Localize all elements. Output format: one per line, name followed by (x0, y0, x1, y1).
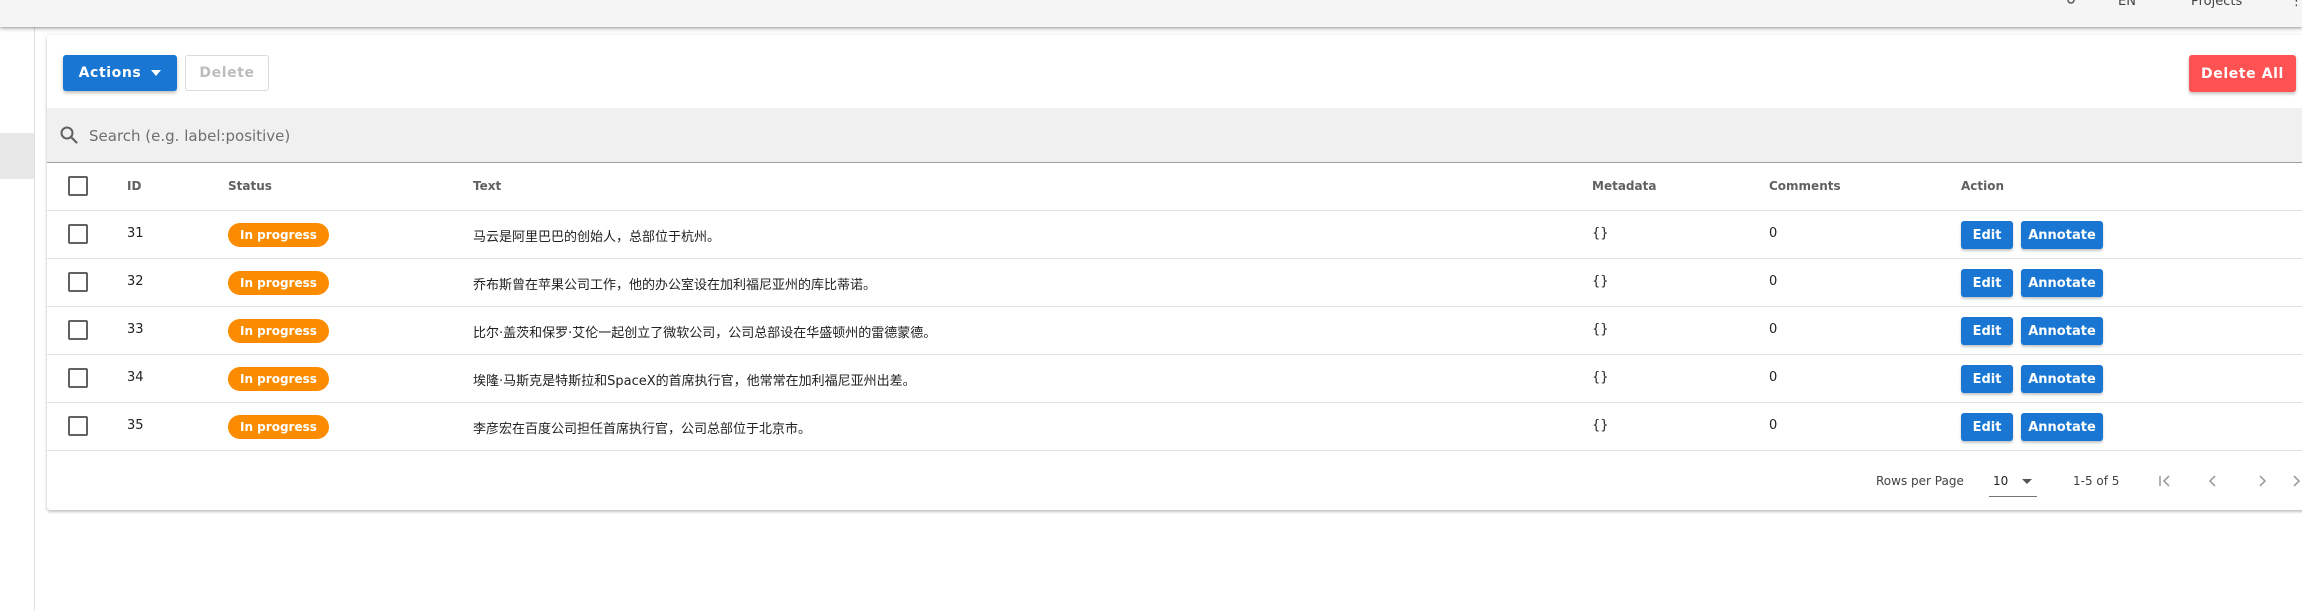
table-row[interactable]: 35 In progress 李彦宏在百度公司担任首席执行官，公司总部位于北京市… (47, 403, 2302, 451)
annotate-button[interactable]: Annotate (2021, 317, 2103, 345)
next-page-icon[interactable] (2251, 470, 2273, 492)
row-text: 比尔·盖茨和保罗·艾伦一起创立了微软公司，公司总部设在华盛顿州的雷德蒙德。 (473, 326, 937, 341)
row-id: 35 (127, 418, 144, 433)
header-id[interactable]: ID (127, 179, 141, 193)
previous-page-icon[interactable] (2202, 470, 2224, 492)
select-all-checkbox[interactable] (68, 176, 88, 196)
search-icon (59, 125, 79, 145)
row-checkbox[interactable] (68, 272, 88, 292)
row-metadata: {} (1592, 274, 1609, 289)
table-row[interactable]: 34 In progress 埃隆·马斯克是特斯拉和SpaceX的首席执行官，他… (47, 355, 2302, 403)
edit-button[interactable]: Edit (1961, 413, 2013, 441)
annotate-button[interactable]: Annotate (2021, 413, 2103, 441)
row-metadata: {} (1592, 322, 1609, 337)
row-id: 32 (127, 274, 144, 289)
row-metadata: {} (1592, 370, 1609, 385)
actions-button-label: Actions (78, 65, 142, 81)
nav-item-active[interactable] (0, 133, 34, 179)
header-text[interactable]: Text (473, 179, 501, 193)
row-text: 马云是阿里巴巴的创始人，总部位于杭州。 (473, 230, 721, 245)
language-menu[interactable]: EN (2118, 0, 2136, 9)
search-input[interactable] (87, 118, 891, 154)
edit-button[interactable]: Edit (1961, 269, 2013, 297)
edit-button[interactable]: Edit (1961, 317, 2013, 345)
row-id: 34 (127, 370, 144, 385)
header-action: Action (1961, 179, 2005, 193)
row-checkbox[interactable] (68, 416, 88, 436)
row-id: 31 (127, 226, 144, 241)
status-badge: In progress (228, 319, 329, 343)
projects-link[interactable]: Projects (2191, 0, 2242, 9)
annotate-button[interactable]: Annotate (2021, 269, 2103, 297)
row-comments: 0 (1769, 226, 1778, 241)
status-badge: In progress (228, 367, 329, 391)
row-text: 埃隆·马斯克是特斯拉和SpaceX的首席执行官，他常常在加利福尼亚州出差。 (473, 374, 916, 389)
more-menu-icon[interactable]: ⋮ (2290, 0, 2302, 9)
side-navigation (0, 27, 35, 611)
row-text: 乔布斯曾在苹果公司工作，他的办公室设在加利福尼亚州的库比蒂诺。 (473, 278, 877, 293)
status-badge: In progress (228, 223, 329, 247)
row-checkbox[interactable] (68, 224, 88, 244)
rows-per-page-value: 10 (1993, 474, 2009, 488)
table-row[interactable]: 32 In progress 乔布斯曾在苹果公司工作，他的办公室设在加利福尼亚州… (47, 259, 2302, 307)
header-metadata[interactable]: Metadata (1592, 179, 1656, 193)
status-badge: In progress (228, 271, 329, 295)
annotate-button[interactable]: Annotate (2021, 365, 2103, 393)
rows-per-page-label: Rows per Page (1876, 474, 1964, 488)
top-app-bar: EN Projects ⋮ (0, 0, 2302, 27)
search-field (47, 108, 2302, 163)
table-row[interactable]: 33 In progress 比尔·盖茨和保罗·艾伦一起创立了微软公司，公司总部… (47, 307, 2302, 355)
row-comments: 0 (1769, 274, 1778, 289)
last-page-icon[interactable] (2287, 470, 2302, 492)
row-comments: 0 (1769, 322, 1778, 337)
rows-per-page-select[interactable]: 10 (1989, 466, 2037, 497)
row-metadata: {} (1592, 226, 1609, 241)
actions-button[interactable]: Actions (63, 55, 177, 91)
header-status[interactable]: Status (228, 179, 272, 193)
caret-down-icon (2022, 479, 2032, 484)
row-id: 33 (127, 322, 144, 337)
table-footer: Rows per Page 10 1-5 of 5 (47, 456, 2302, 508)
header-comments[interactable]: Comments (1769, 179, 1841, 193)
settings-icon[interactable] (2064, 0, 2078, 6)
first-page-icon[interactable] (2154, 470, 2176, 492)
table-header-row: ID Status Text Metadata Comments Action (47, 163, 2302, 211)
row-comments: 0 (1769, 370, 1778, 385)
pagination-range: 1-5 of 5 (2073, 474, 2120, 488)
row-checkbox[interactable] (68, 320, 88, 340)
delete-button[interactable]: Delete (185, 55, 269, 91)
delete-all-button-label: Delete All (2201, 65, 2284, 82)
annotate-button[interactable]: Annotate (2021, 221, 2103, 249)
caret-down-icon (151, 70, 162, 76)
delete-all-button[interactable]: Delete All (2189, 55, 2296, 92)
edit-button[interactable]: Edit (1961, 221, 2013, 249)
row-text: 李彦宏在百度公司担任首席执行官，公司总部位于北京市。 (473, 422, 812, 437)
delete-button-label: Delete (199, 65, 255, 81)
row-checkbox[interactable] (68, 368, 88, 388)
edit-button[interactable]: Edit (1961, 365, 2013, 393)
dataset-card: Actions Delete Delete All ID Status Text… (47, 35, 2302, 510)
row-comments: 0 (1769, 418, 1778, 433)
table-row[interactable]: 31 In progress 马云是阿里巴巴的创始人，总部位于杭州。 {} 0 … (47, 211, 2302, 259)
status-badge: In progress (228, 415, 329, 439)
row-metadata: {} (1592, 418, 1609, 433)
